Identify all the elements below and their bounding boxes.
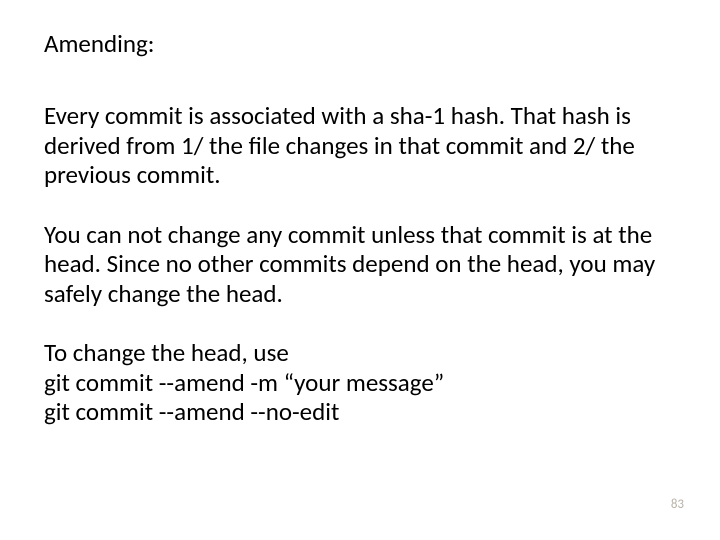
slide-heading: Amending: [44,28,676,59]
paragraph-1: Every commit is associated with a sha-1 … [44,101,676,190]
slide: Amending: Every commit is associated wit… [0,0,720,540]
para3-line2: git commit --amend -m “your message” [44,368,676,398]
page-number: 83 [671,497,684,512]
para3-line1: To change the head, use [44,338,676,368]
para3-line3: git commit --amend --no-edit [44,397,676,427]
paragraph-2: You can not change any commit unless tha… [44,220,676,309]
paragraph-3: To change the head, use git commit --ame… [44,338,676,427]
